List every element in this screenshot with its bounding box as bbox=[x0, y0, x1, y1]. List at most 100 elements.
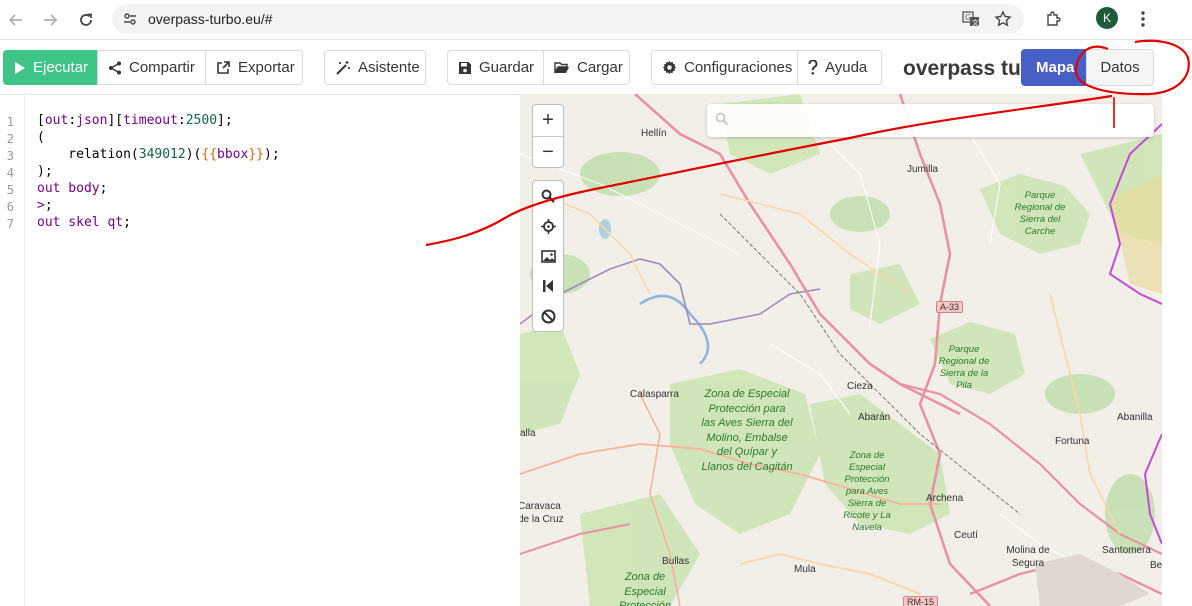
line-number: 1 bbox=[6, 115, 14, 129]
load-label: Cargar bbox=[577, 59, 623, 76]
ban-icon bbox=[541, 309, 555, 323]
map-search-input[interactable] bbox=[737, 109, 1137, 131]
code-token: ][ bbox=[107, 113, 124, 128]
code-token: ); bbox=[37, 164, 53, 179]
url-text[interactable]: overpass-turbo.eu/# bbox=[148, 11, 273, 27]
step-backward-icon bbox=[543, 280, 553, 292]
site-settings-icon[interactable] bbox=[120, 9, 140, 29]
zoom-in-button[interactable]: + bbox=[533, 105, 563, 136]
external-link-icon bbox=[217, 61, 230, 74]
reload-button[interactable] bbox=[74, 8, 98, 32]
code-token: )( bbox=[185, 147, 202, 162]
app-logo: overpass turbo bbox=[903, 57, 1023, 80]
extensions-button[interactable] bbox=[1042, 7, 1066, 31]
arrow-right-icon bbox=[44, 14, 58, 26]
bookmark-star-icon[interactable] bbox=[992, 8, 1014, 30]
park-sierra-de-la-pila: Parque Regional de Sierra de la Pila bbox=[938, 344, 990, 391]
floppy-disk-icon bbox=[459, 61, 471, 74]
code-line[interactable]: ( bbox=[37, 130, 45, 145]
code-token: ; bbox=[99, 181, 108, 196]
tab-map[interactable]: Mapa bbox=[1021, 49, 1086, 86]
map-search-box[interactable] bbox=[707, 104, 1154, 137]
road-shield-rm15: RM-15 bbox=[903, 596, 939, 606]
code-token: ); bbox=[264, 147, 280, 162]
park-zepa-sierra-del-molino: Zona de Especial Protección para las Ave… bbox=[701, 388, 793, 473]
place-abaran: Abarán bbox=[858, 412, 891, 423]
query-editor[interactable]: 1234567 [out:json][timeout:2500];( relat… bbox=[0, 94, 520, 606]
play-icon bbox=[15, 61, 25, 74]
crosshair-icon bbox=[540, 218, 556, 234]
tab-data[interactable]: Datos bbox=[1086, 49, 1154, 86]
place-alla: alla bbox=[520, 428, 536, 439]
code-token: [ bbox=[37, 113, 45, 128]
wizard-button[interactable]: Asistente bbox=[324, 50, 426, 85]
code-line[interactable]: relation(349012)({{bbox}}); bbox=[37, 147, 280, 162]
place-fortuna: Fortuna bbox=[1055, 436, 1090, 447]
reload-icon bbox=[80, 13, 92, 26]
help-label: Ayuda bbox=[825, 59, 868, 76]
code-line[interactable]: out skel qt; bbox=[37, 215, 131, 230]
code-token: timeout bbox=[123, 113, 178, 128]
park-zepa-sierra-de-ricote: Zona de Especial Protección para Aves Si… bbox=[843, 450, 891, 533]
forward-button[interactable] bbox=[38, 8, 62, 32]
code-token: > bbox=[37, 198, 45, 213]
help-button[interactable]: Ayuda bbox=[797, 50, 882, 85]
toggle-data-button[interactable] bbox=[533, 301, 563, 331]
zoom-to-data-button[interactable] bbox=[533, 181, 563, 211]
line-number-gutter: 1 2 3 4 5 6 7 bbox=[0, 95, 25, 606]
magic-wand-icon bbox=[336, 60, 350, 75]
code-token: bbox bbox=[217, 147, 249, 162]
save-label: Guardar bbox=[479, 59, 535, 76]
more-vertical-icon bbox=[1141, 11, 1145, 27]
code-line[interactable]: out body; bbox=[37, 181, 107, 196]
share-label: Compartir bbox=[129, 59, 195, 76]
image-icon bbox=[540, 249, 556, 263]
svg-text:文: 文 bbox=[972, 18, 979, 27]
code-line[interactable]: >; bbox=[37, 198, 53, 213]
park-zepa-bottom: Zona de Especial Protección bbox=[619, 571, 671, 606]
zoom-out-button[interactable]: − bbox=[533, 136, 563, 167]
line-number: 4 bbox=[6, 166, 14, 180]
gear-icon bbox=[662, 60, 677, 75]
code-token: 2500 bbox=[185, 113, 218, 128]
arrow-left-icon bbox=[8, 14, 22, 26]
translate-icon[interactable]: G文 bbox=[960, 8, 982, 30]
share-icon bbox=[109, 61, 121, 74]
code-token: ( bbox=[37, 130, 45, 145]
browser-menu-button[interactable] bbox=[1134, 7, 1152, 31]
back-button[interactable] bbox=[4, 8, 28, 32]
settings-label: Configuraciones bbox=[684, 59, 793, 76]
map-tool-control bbox=[532, 180, 564, 332]
profile-avatar[interactable]: K bbox=[1096, 7, 1118, 29]
code-token: ]; bbox=[217, 113, 233, 128]
place-hellin: Hellín bbox=[641, 128, 667, 139]
place-molina-de-segura: Molina de Segura bbox=[1006, 545, 1050, 569]
code-line[interactable]: [out:json][timeout:2500]; bbox=[37, 113, 233, 128]
settings-button[interactable]: Configuraciones bbox=[651, 50, 798, 85]
run-button[interactable]: Ejecutar bbox=[3, 50, 97, 85]
place-jumilla: Jumilla bbox=[907, 164, 939, 175]
export-image-button[interactable] bbox=[533, 241, 563, 271]
map-view[interactable]: Hellín Jumilla Calasparra Cieza Abarán A… bbox=[520, 94, 1162, 606]
page-right-margin bbox=[1162, 94, 1192, 606]
restore-view-button[interactable] bbox=[533, 271, 563, 301]
zoom-control: + − bbox=[532, 104, 564, 168]
search-icon bbox=[715, 112, 729, 126]
locate-me-button[interactable] bbox=[533, 211, 563, 241]
code-line[interactable]: ); bbox=[37, 164, 53, 179]
address-bar[interactable]: overpass-turbo.eu/# G文 bbox=[112, 4, 1024, 34]
save-button[interactable]: Guardar bbox=[447, 50, 544, 85]
code-token: }} bbox=[248, 147, 264, 162]
load-button[interactable]: Cargar bbox=[543, 50, 630, 85]
share-button[interactable]: Compartir bbox=[97, 50, 206, 85]
app-toolbar: Ejecutar Compartir Exportar Asistente Gu… bbox=[0, 41, 1192, 94]
place-cieza: Cieza bbox=[847, 381, 873, 392]
place-be: Be bbox=[1150, 560, 1162, 571]
code-token: relation( bbox=[37, 147, 139, 162]
export-button[interactable]: Exportar bbox=[205, 50, 303, 85]
code-token: json bbox=[76, 113, 108, 128]
code-token: out bbox=[44, 113, 69, 128]
place-calasparra: Calasparra bbox=[630, 389, 679, 400]
search-icon bbox=[541, 189, 555, 203]
puzzle-icon bbox=[1047, 11, 1061, 26]
